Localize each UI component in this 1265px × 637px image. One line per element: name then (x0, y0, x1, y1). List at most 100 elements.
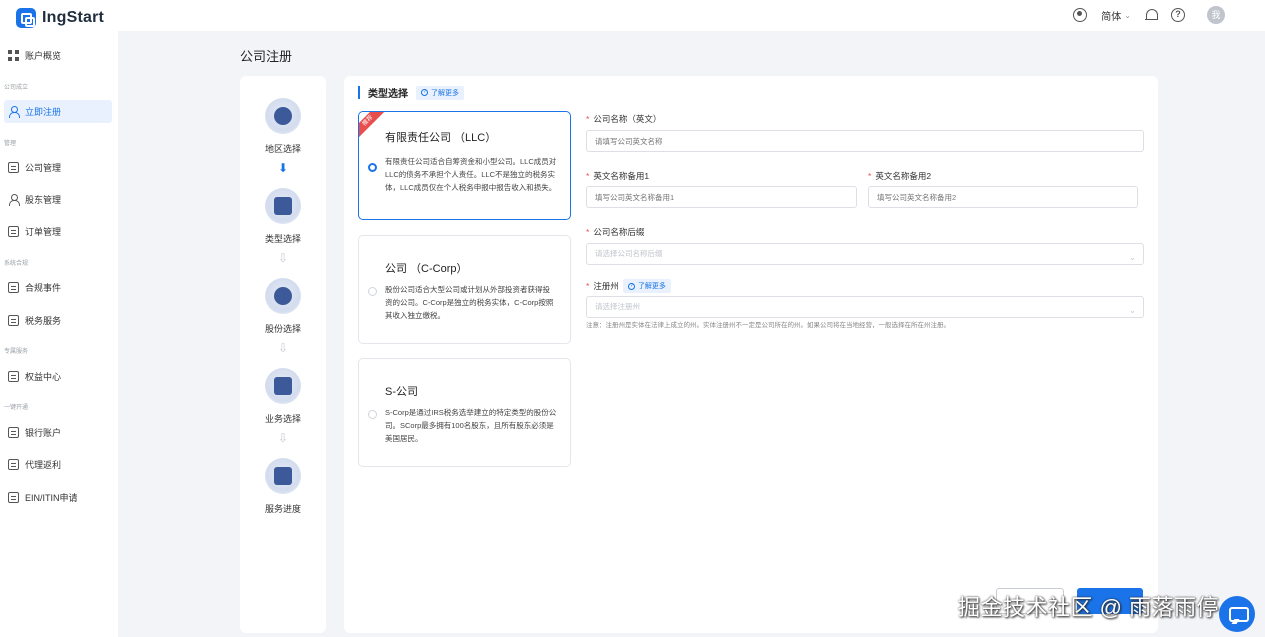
main-content: 类型选择 ? 了解更多 推荐 有限责任公司 （LLC） 有限责任公司适合自筹资金… (344, 76, 1158, 633)
alt-name-2-label: * 英文名称备用2 (868, 171, 932, 181)
globe-icon (265, 98, 301, 134)
calendar-icon (8, 282, 19, 293)
chevron-down-icon: ⌄ (1129, 253, 1136, 262)
bank-icon (8, 427, 19, 438)
type-card-s-corp[interactable]: S-公司 S-Corp是通过IRS税务选举建立的特定类型的股份公司。SCorp最… (358, 358, 571, 467)
sidebar-item-benefits-center[interactable]: 权益中心 (4, 365, 112, 388)
sidebar-item-label: 立即注册 (25, 107, 62, 117)
shareholder-icon (8, 194, 20, 206)
help-icon[interactable]: ? (1171, 8, 1185, 22)
question-icon: ? (627, 282, 635, 290)
page-title: 公司注册 (240, 49, 293, 64)
sidebar-section-label: 系统合规 (4, 261, 29, 267)
company-name-input[interactable] (586, 130, 1144, 152)
chat-icon[interactable] (1219, 596, 1255, 632)
radio-button[interactable] (368, 410, 377, 419)
section-header: 类型选择 ? 了解更多 (358, 85, 464, 100)
type-card-c-corp[interactable]: 公司 （C-Corp） 股份公司适合大型公司或计划从外部投资者获得投资的公司。C… (358, 235, 571, 344)
step-progress[interactable]: 服务进度 (240, 458, 326, 515)
gift-icon (8, 371, 19, 382)
header-actions: 简体 ⌄ ? 我 (1073, 6, 1225, 24)
state-select[interactable]: 请选择注册州 ⌄ (586, 296, 1144, 318)
sidebar-item-account-overview[interactable]: 账户概览 (4, 44, 112, 67)
watermark: 掘金技术社区 @ 雨落雨停 (958, 595, 1220, 620)
database-icon (265, 458, 301, 494)
type-card-llc[interactable]: 推荐 有限责任公司 （LLC） 有限责任公司适合自筹资金和小型公司。LLC成员对… (358, 111, 571, 220)
sidebar-item-label: 合规事件 (25, 283, 62, 293)
steps-panel: 地区选择 ⬇ 类型选择 ⇩ 股份选择 ⇩ 业务选择 ⇩ 服务进度 (240, 76, 326, 633)
step-shares[interactable]: 股份选择 (240, 278, 326, 335)
learn-more-link[interactable]: ? 了解更多 (416, 85, 464, 100)
label-text: 注册州 (593, 281, 619, 291)
state-label: * 注册州 ? 了解更多 (586, 279, 671, 293)
card-description: 有限责任公司适合自筹资金和小型公司。LLC成员对LLC的债务不承担个人责任。LL… (385, 157, 557, 192)
sidebar-item-compliance-events[interactable]: 合规事件 (4, 276, 112, 299)
radio-button[interactable] (368, 163, 377, 172)
sidebar-item-register[interactable]: 立即注册 (4, 100, 112, 123)
sidebar-item-agent-rebate[interactable]: 代理返利 (4, 453, 112, 476)
learn-more-label: 了解更多 (637, 283, 666, 290)
language-label: 简体 (1101, 11, 1122, 23)
top-bar: IngStart 简体 ⌄ ? 我 (0, 0, 1265, 31)
arrow-down-icon: ⇩ (277, 341, 289, 355)
sidebar-section-label: 专属服务 (4, 349, 29, 355)
logo-icon (16, 8, 36, 28)
alt-name-1-input[interactable] (586, 186, 857, 208)
suffix-select[interactable]: 请选择公司名称后缀 ⌄ (586, 243, 1144, 265)
order-icon (8, 226, 19, 237)
sidebar-section-label: 一键开通 (4, 405, 29, 411)
label-text: 英文名称备用1 (593, 171, 650, 181)
step-type[interactable]: 类型选择 (240, 188, 326, 245)
sidebar-item-tax-services[interactable]: 税务服务 (4, 309, 112, 332)
learn-more-label: 了解更多 (431, 89, 459, 97)
step-label: 服务进度 (264, 504, 301, 514)
sidebar-item-label: EIN/ITIN申请 (25, 493, 78, 503)
learn-more-link[interactable]: ? 了解更多 (622, 279, 671, 293)
alt-name-2-input[interactable] (868, 186, 1138, 208)
step-label: 类型选择 (264, 234, 301, 244)
sidebar: 账户概览 公司成立 立即注册 管理 公司管理 股东管理 订单管理 系统合规 合规… (0, 31, 118, 637)
tax-icon (8, 315, 19, 326)
step-label: 业务选择 (264, 414, 301, 424)
recommended-ribbon: 推荐 (359, 112, 388, 141)
step-label: 股份选择 (264, 324, 301, 334)
step-region[interactable]: 地区选择 (240, 98, 326, 155)
sidebar-section-label: 公司成立 (4, 85, 29, 91)
section-accent-bar (358, 86, 360, 99)
card-description: S-Corp是通过IRS税务选举建立的特定类型的股份公司。SCorp最多拥有10… (385, 408, 557, 443)
sidebar-item-company-management[interactable]: 公司管理 (4, 156, 112, 179)
card-description: 股份公司适合大型公司或计划从外部投资者获得投资的公司。C-Corp是独立的税务实… (385, 285, 554, 320)
suffix-label: * 公司名称后缀 (586, 227, 645, 237)
arrow-down-icon: ⇩ (277, 431, 289, 445)
section-title: 类型选择 (368, 89, 408, 100)
avatar[interactable]: 我 (1207, 6, 1225, 24)
arrow-down-icon: ⬇ (277, 161, 289, 175)
sidebar-item-label: 代理返利 (25, 460, 62, 470)
label-text: 英文名称备用2 (875, 171, 932, 181)
app-name: IngStart (42, 9, 105, 26)
sidebar-item-label: 股东管理 (25, 195, 62, 205)
language-switcher[interactable]: 简体 ⌄ (1101, 8, 1131, 23)
sidebar-item-label: 税务服务 (25, 316, 62, 326)
step-business[interactable]: 业务选择 (240, 368, 326, 425)
card-title: S-公司 (385, 386, 418, 398)
sidebar-item-label: 权益中心 (25, 372, 62, 382)
chevron-down-icon: ⌄ (1124, 10, 1131, 20)
sidebar-item-ein-itin[interactable]: EIN/ITIN申请 (4, 486, 112, 509)
logo[interactable]: IngStart (16, 8, 104, 28)
user-center-icon[interactable] (1073, 8, 1088, 22)
person-icon (8, 106, 20, 118)
chevron-down-icon: ⌄ (1129, 306, 1136, 315)
sidebar-item-bank-account[interactable]: 银行账户 (4, 421, 112, 444)
building-icon (8, 162, 19, 173)
sidebar-item-order-management[interactable]: 订单管理 (4, 220, 112, 243)
sidebar-item-label: 银行账户 (25, 428, 62, 438)
bell-icon[interactable] (1145, 8, 1158, 22)
radio-button[interactable] (368, 287, 377, 296)
state-note: 注意：注册州是实体在法律上成立的州。实体注册州不一定是公司所在的州。如果公司将在… (586, 322, 950, 329)
sidebar-item-shareholder-management[interactable]: 股东管理 (4, 188, 112, 211)
alt-name-1-label: * 英文名称备用1 (586, 171, 650, 181)
step-label: 地区选择 (264, 144, 301, 154)
select-placeholder: 请选择公司名称后缀 (595, 249, 663, 258)
question-icon: ? (421, 89, 428, 96)
